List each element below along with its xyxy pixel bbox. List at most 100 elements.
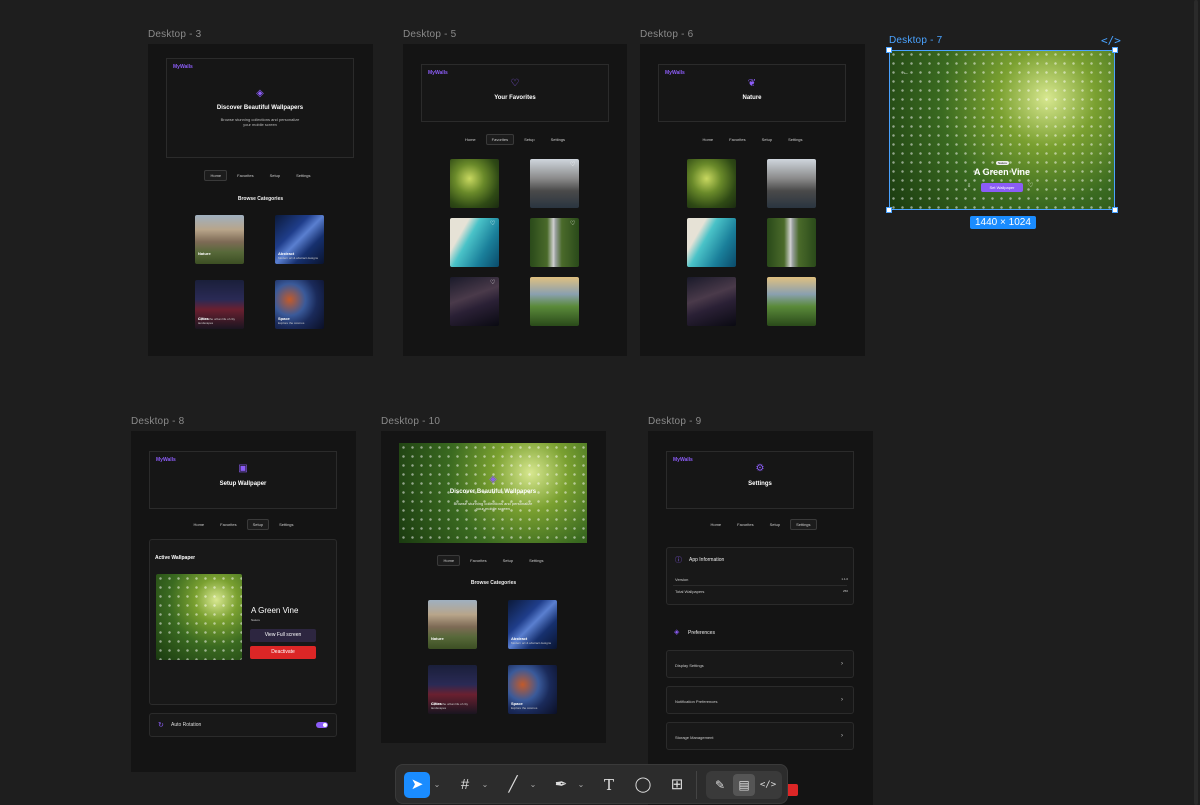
brand-logo[interactable]: MyWalls [428,70,448,76]
brand-logo[interactable]: MyWalls [173,64,193,70]
category-card-cities[interactable]: Cities Explore the urban life of city la… [428,665,477,714]
brand-logo[interactable]: MyWalls [673,457,693,463]
rotate-icon: ↻ [158,722,164,729]
frame-label-desktop-7[interactable]: Desktop - 7 [889,35,942,46]
heart-icon[interactable]: ♡ [490,280,496,286]
wallpaper-thumb[interactable] [767,277,816,326]
nav-home[interactable]: Home [704,519,727,530]
nav-settings[interactable]: Settings [273,519,299,530]
nav-home[interactable]: Home [437,555,461,566]
wallpaper-thumb[interactable] [450,159,499,208]
brand-logo[interactable]: MyWalls [665,70,685,76]
category-card-nature[interactable]: Nature [428,600,477,649]
frame-label-desktop-9[interactable]: Desktop - 9 [648,416,701,427]
auto-rotation-label: Auto Rotation [171,722,202,728]
nav-setup[interactable]: Setup [518,134,540,145]
category-card-cities[interactable]: Cities Explore the urban life of city la… [195,280,244,329]
frame-desktop-5[interactable]: MyWalls ♡ Your Favorites Home Favorites … [403,44,627,356]
nav-favorites[interactable]: Favorites [231,170,259,181]
category-card-abstract[interactable]: Abstract Modern art & abstract designs [275,215,324,264]
chevron-down-icon[interactable]: ⌄ [480,772,490,798]
nav-favorites[interactable]: Favorites [731,519,759,530]
frame-label-desktop-5[interactable]: Desktop - 5 [403,29,456,40]
wallpaper-thumb[interactable] [687,159,736,208]
frame-desktop-9[interactable]: MyWalls ⚙ Settings Home Favorites Setup … [648,431,873,805]
nav-home[interactable]: Home [696,134,719,145]
heart-icon[interactable]: ♡ [570,221,576,227]
frame-label-desktop-3[interactable]: Desktop - 3 [148,29,201,40]
nav-setup[interactable]: Setup [497,555,519,566]
code-icon[interactable]: </> [1101,34,1121,47]
app-info-card: ⓘ App Information Version 1.1.0 Total Wa… [666,547,854,605]
frame-desktop-3[interactable]: MyWalls ◈ Discover Beautiful Wallpapers … [148,44,373,356]
nav-favorites[interactable]: Favorites [723,134,751,145]
resize-handle-nw[interactable] [886,47,892,53]
wallpaper-thumb[interactable]: ♡ [530,218,579,267]
nav-settings[interactable]: Settings [790,519,817,530]
design-mode-icon[interactable]: ▤ [733,774,755,796]
actions-icon[interactable]: ⊞ [664,772,690,798]
nav-settings[interactable]: Settings [523,555,549,566]
settings-item-display[interactable]: Display Settings › [666,650,854,678]
frame-label-desktop-8[interactable]: Desktop - 8 [131,416,184,427]
wallpaper-thumb[interactable]: ♡ [450,277,499,326]
comment-tool-icon[interactable]: ◯ [630,772,656,798]
active-wallpaper-image[interactable] [156,574,242,660]
nav-home[interactable]: Home [204,170,228,181]
settings-item-storage[interactable]: Storage Management › [666,722,854,750]
nav-setup[interactable]: Setup [264,170,286,181]
settings-item-notifications[interactable]: Notification Preferences › [666,686,854,714]
wallpaper-thumb[interactable] [687,218,736,267]
category-card-nature[interactable]: Nature [195,215,244,264]
nav-settings[interactable]: Settings [290,170,316,181]
dev-mode-icon[interactable]: </> [757,774,779,796]
frame-desktop-6[interactable]: MyWalls ❦ Nature Home Favorites Setup Se… [640,44,865,356]
nav-settings[interactable]: Settings [782,134,808,145]
line-tool-icon[interactable]: ╱ [500,772,526,798]
nav-favorites[interactable]: Favorites [214,519,242,530]
frame-label-desktop-10[interactable]: Desktop - 10 [381,416,440,427]
nav-setup[interactable]: Setup [756,134,778,145]
scrollbar-thumb[interactable] [1194,0,1198,805]
nav-settings[interactable]: Settings [545,134,571,145]
chevron-down-icon[interactable]: ⌄ [528,772,538,798]
frame-desktop-8[interactable]: MyWalls ▣ Setup Wallpaper Home Favorites… [131,431,356,772]
draw-mode-icon[interactable]: ✎ [709,774,731,796]
nav-setup[interactable]: Setup [764,519,786,530]
wallpaper-thumb[interactable]: ♡ [450,218,499,267]
frame-label-desktop-6[interactable]: Desktop - 6 [640,29,693,40]
nav-home[interactable]: Home [459,134,482,145]
nav-favorites[interactable]: Favorites [485,134,515,145]
deactivate-button[interactable]: Deactivate [250,646,316,659]
resize-handle-sw[interactable] [886,207,892,213]
brand-logo[interactable]: MyWalls [156,457,176,463]
wallpaper-thumb[interactable] [767,159,816,208]
wallpaper-thumb[interactable] [530,277,579,326]
text-tool-icon[interactable]: T [596,772,622,798]
design-canvas[interactable]: Desktop - 3 MyWalls ◈ Discover Beautiful… [0,0,1200,805]
wallpaper-thumb[interactable] [687,277,736,326]
nav-favorites[interactable]: Favorites [464,555,492,566]
resize-handle-se[interactable] [1112,207,1118,213]
pen-tool-icon[interactable]: ✒ [548,772,574,798]
nav-home[interactable]: Home [187,519,210,530]
chevron-down-icon[interactable]: ⌄ [576,772,586,798]
gear-icon: ⚙ [755,463,765,474]
frame-tool-icon[interactable]: # [452,772,478,798]
move-tool-icon[interactable]: ➤ [404,772,430,798]
frame-desktop-10[interactable]: ◈ Discover Beautiful Wallpapers Browse s… [381,431,606,743]
category-card-space[interactable]: Space Explore the cosmos [275,280,324,329]
wallpaper-thumb[interactable]: ♡ [530,159,579,208]
wallpaper-thumb[interactable] [767,218,816,267]
category-card-abstract[interactable]: Abstract Modern art & abstract designs [508,600,557,649]
category-card-space[interactable]: Space Explore the cosmos [508,665,557,714]
view-fullscreen-button[interactable]: View Full screen [250,629,316,642]
auto-rotation-toggle[interactable] [316,722,328,728]
heart-icon[interactable]: ♡ [570,162,576,168]
nav-setup[interactable]: Setup [246,519,270,530]
heart-icon[interactable]: ♡ [490,221,496,227]
vertical-scrollbar[interactable] [1194,0,1198,805]
wallpaper-name: A Green Vine [251,606,299,615]
chevron-down-icon[interactable]: ⌄ [432,772,442,798]
resize-handle-ne[interactable] [1112,47,1118,53]
